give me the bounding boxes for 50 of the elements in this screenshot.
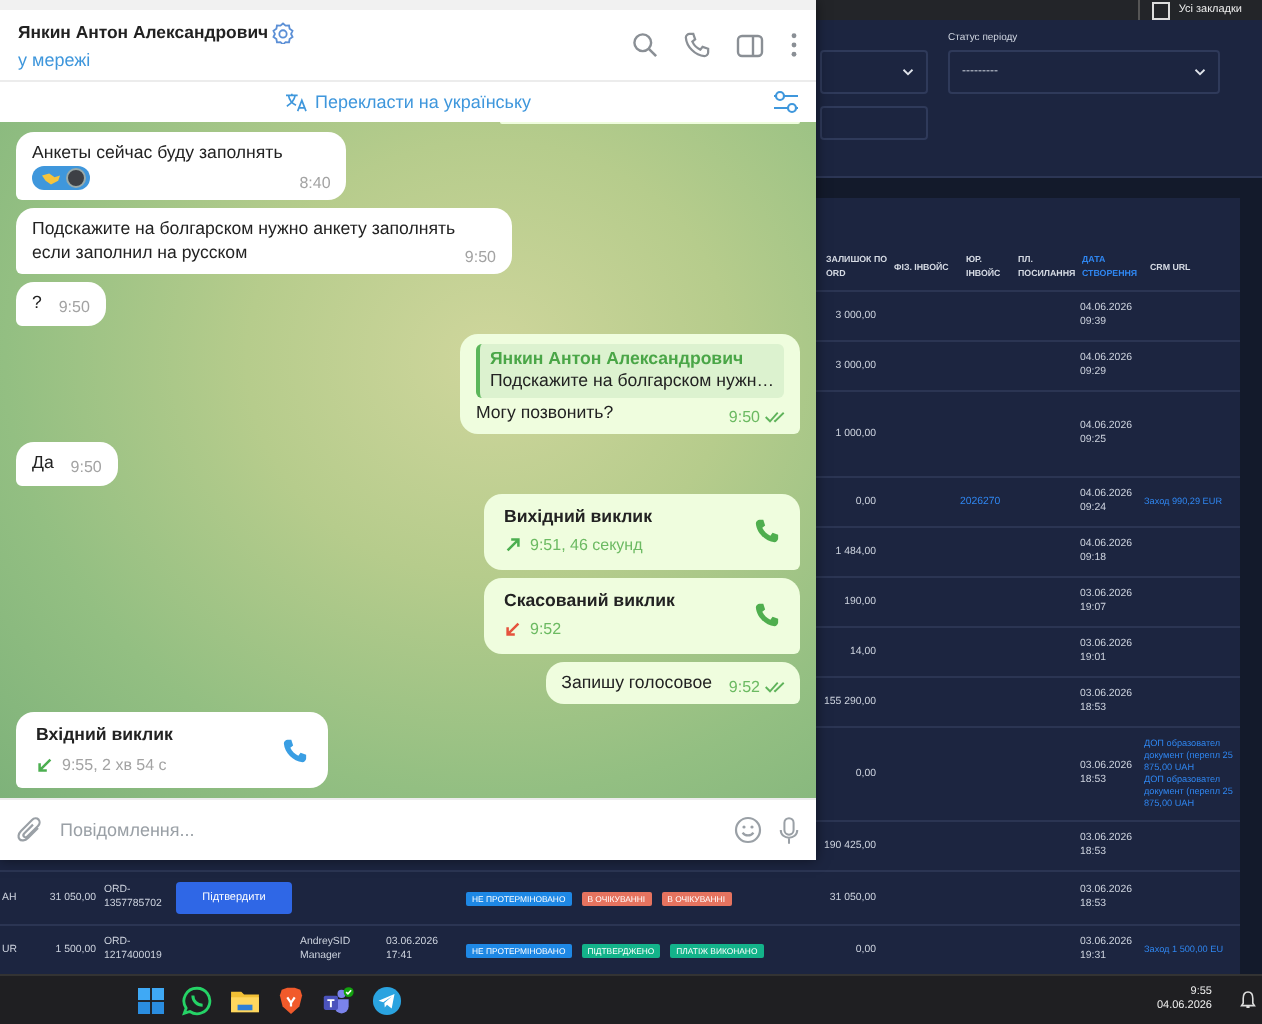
message-time: 9:52 [728, 675, 760, 698]
call-details: 9:52 [530, 618, 562, 641]
input-field[interactable] [820, 106, 928, 140]
message-text: ? [32, 292, 42, 312]
folder-icon[interactable] [230, 987, 260, 1013]
attach-icon[interactable] [16, 816, 44, 844]
contact-name: Янкин Антон Александрович [18, 22, 269, 42]
chevron-icon [1194, 68, 1206, 76]
call-title: Скасований виклик [504, 589, 675, 612]
message-text: Запишу голосовое [561, 671, 712, 691]
microphone-icon[interactable] [778, 815, 800, 845]
message-input[interactable]: Повідомлення... [60, 820, 718, 840]
start-button[interactable] [138, 987, 164, 1013]
shield-icon[interactable] [278, 985, 304, 1015]
reaction-pill[interactable] [32, 166, 90, 190]
sidebar-icon[interactable] [736, 33, 764, 57]
search-icon[interactable] [632, 32, 658, 58]
message-text: Да [32, 452, 54, 472]
chat-bubble-icon[interactable] [182, 985, 212, 1015]
bell-icon[interactable] [1240, 990, 1256, 1010]
phone-icon[interactable] [282, 737, 308, 763]
more-icon[interactable] [790, 32, 798, 58]
paper-plane-icon[interactable] [372, 985, 402, 1015]
chevron-icon [902, 68, 914, 76]
message-text: Могу позвонить? [475, 401, 614, 421]
message-text: Анкеты сейчас буду заполнять [32, 141, 283, 161]
message-time: 9:50 [58, 296, 90, 319]
avatar [66, 168, 86, 188]
phone-icon[interactable] [754, 518, 780, 544]
dropdown-field[interactable] [820, 50, 928, 94]
call-title: Вихідний виклик [504, 505, 652, 528]
translate-icon [284, 92, 309, 112]
phone-icon[interactable] [754, 602, 780, 628]
message-text: Подскажите на болгарском нужно анкету заполнять если заполнил на русском [32, 218, 456, 261]
message-time: 9:50 [70, 456, 102, 479]
people-icon[interactable] [322, 985, 354, 1015]
quote-text: Подскажите на болгарском нужн… [489, 370, 774, 393]
emoji-icon[interactable] [734, 816, 762, 844]
verified-badge-icon [272, 21, 295, 43]
online-status: у мережі [18, 49, 93, 69]
call-title: Вхідний виклик [36, 724, 173, 747]
message-time: 8:40 [299, 171, 331, 194]
message-time: 9:50 [728, 405, 760, 428]
reply-quote[interactable]: Янкин Антон Александрович Подскажите на болгарском нужн… [475, 343, 784, 397]
phone-icon[interactable] [684, 32, 710, 58]
call-details: 9:51, 46 секунд [530, 534, 643, 557]
message-time: 9:50 [464, 245, 496, 268]
quote-author: Янкин Антон Александрович [489, 347, 746, 370]
settings-icon[interactable] [772, 90, 800, 114]
call-details: 9:55, 2 хв 54 с [62, 753, 167, 776]
